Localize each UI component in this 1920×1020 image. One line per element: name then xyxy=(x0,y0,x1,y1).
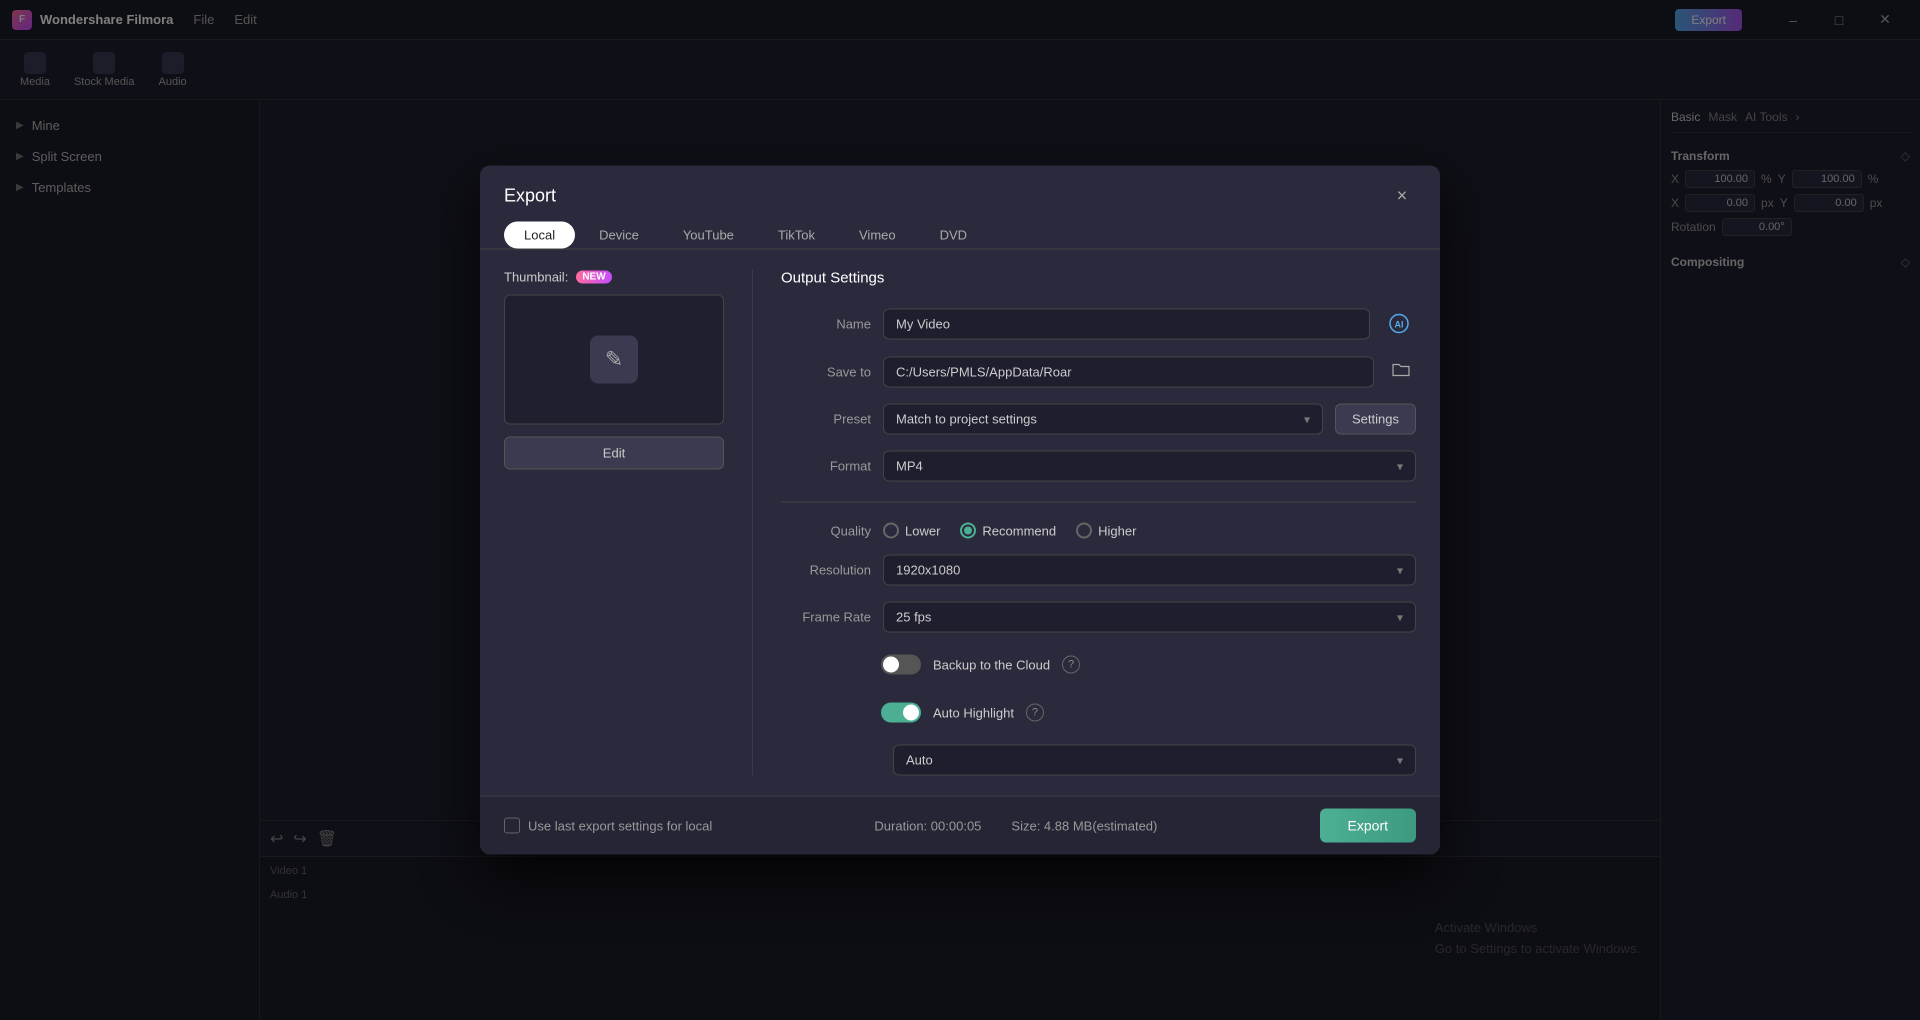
preset-value: Match to project settings xyxy=(896,412,1037,427)
edit-thumbnail-button[interactable]: Edit xyxy=(504,437,724,470)
dialog-body: Thumbnail: NEW ✎ Edit Output Settings Na… xyxy=(480,250,1440,796)
radio-lower-outer xyxy=(883,523,899,539)
auto-select[interactable]: Auto ▾ xyxy=(893,745,1416,776)
backup-row: Backup to the Cloud ? xyxy=(781,649,1416,681)
preset-select[interactable]: Match to project settings ▾ xyxy=(883,404,1323,435)
thumbnail-panel: Thumbnail: NEW ✎ Edit xyxy=(504,270,724,776)
backup-toggle[interactable] xyxy=(881,655,921,675)
auto-highlight-toggle[interactable] xyxy=(881,703,921,723)
vertical-divider xyxy=(752,270,753,776)
export-button[interactable]: Export xyxy=(1320,809,1416,843)
save-to-input[interactable] xyxy=(896,365,1361,380)
auto-select-row: Auto ▾ xyxy=(781,745,1416,776)
dialog-title: Export xyxy=(504,185,556,206)
format-select[interactable]: MP4 ▾ xyxy=(883,451,1416,482)
radio-recommend-inner xyxy=(964,527,972,535)
resolution-select[interactable]: 1920x1080 ▾ xyxy=(883,555,1416,586)
quality-row: Quality Lower Recommend xyxy=(781,523,1416,539)
backup-help-icon[interactable]: ? xyxy=(1062,656,1080,674)
auto-highlight-label: Auto Highlight xyxy=(933,705,1014,720)
settings-button[interactable]: Settings xyxy=(1335,404,1416,435)
save-to-input-wrapper xyxy=(883,357,1374,388)
use-last-label: Use last export settings for local xyxy=(528,818,712,833)
size-value: 4.88 MB(estimated) xyxy=(1044,818,1157,833)
dialog-header: Export × xyxy=(480,166,1440,210)
resolution-label: Resolution xyxy=(781,563,871,578)
thumbnail-box: ✎ xyxy=(504,295,724,425)
quality-higher-label: Higher xyxy=(1098,523,1136,538)
folder-icon xyxy=(1392,362,1410,378)
auto-select-value: Auto xyxy=(906,753,933,768)
tab-tiktok[interactable]: TikTok xyxy=(758,222,835,249)
output-panel: Output Settings Name AI xyxy=(781,270,1416,776)
tab-local[interactable]: Local xyxy=(504,222,575,249)
settings-grid: Name AI Save to xyxy=(781,307,1416,776)
tab-youtube[interactable]: YouTube xyxy=(663,222,754,249)
chevron-down-icon: ▾ xyxy=(1397,563,1403,577)
preset-row: Preset Match to project settings ▾ Setti… xyxy=(781,404,1416,435)
quality-lower[interactable]: Lower xyxy=(883,523,940,539)
tab-dvd[interactable]: DVD xyxy=(920,222,987,249)
frame-rate-select[interactable]: 25 fps ▾ xyxy=(883,602,1416,633)
save-to-row: Save to xyxy=(781,357,1416,388)
ai-name-button[interactable]: AI xyxy=(1382,307,1416,341)
export-dialog: Export × Local Device YouTube TikTok Vim… xyxy=(480,166,1440,855)
footer-center: Duration: 00:00:05 Size: 4.88 MB(estimat… xyxy=(874,818,1157,833)
output-title: Output Settings xyxy=(781,270,1416,287)
ai-icon: AI xyxy=(1388,313,1410,335)
dialog-footer: Use last export settings for local Durat… xyxy=(480,796,1440,855)
quality-options: Lower Recommend Higher xyxy=(883,523,1136,539)
quality-recommend-label: Recommend xyxy=(982,523,1056,538)
quality-recommend[interactable]: Recommend xyxy=(960,523,1056,539)
save-to-label: Save to xyxy=(781,365,871,380)
dialog-close-button[interactable]: × xyxy=(1388,182,1416,210)
resolution-row: Resolution 1920x1080 ▾ xyxy=(781,555,1416,586)
format-value: MP4 xyxy=(896,459,923,474)
format-row: Format MP4 ▾ xyxy=(781,451,1416,482)
auto-highlight-row: Auto Highlight ? xyxy=(781,697,1416,729)
duration-info: Duration: 00:00:05 xyxy=(874,818,981,833)
new-badge: NEW xyxy=(576,271,611,284)
duration-label: Duration: xyxy=(874,818,927,833)
thumbnail-label: Thumbnail: NEW xyxy=(504,270,724,285)
auto-highlight-help-icon[interactable]: ? xyxy=(1026,704,1044,722)
frame-rate-row: Frame Rate 25 fps ▾ xyxy=(781,602,1416,633)
backup-label: Backup to the Cloud xyxy=(933,657,1050,672)
browse-folder-button[interactable] xyxy=(1386,357,1416,387)
tab-device[interactable]: Device xyxy=(579,222,659,249)
name-label: Name xyxy=(781,316,871,331)
settings-divider xyxy=(781,502,1416,503)
tab-vimeo[interactable]: Vimeo xyxy=(839,222,916,249)
svg-text:AI: AI xyxy=(1395,320,1404,330)
quality-label: Quality xyxy=(781,523,871,538)
size-label: Size: xyxy=(1011,818,1044,833)
chevron-down-icon: ▾ xyxy=(1397,753,1403,767)
quality-higher[interactable]: Higher xyxy=(1076,523,1136,539)
radio-higher-outer xyxy=(1076,523,1092,539)
chevron-down-icon: ▾ xyxy=(1304,412,1310,426)
duration-value: 00:00:05 xyxy=(931,818,982,833)
toggle-knob xyxy=(903,705,919,721)
quality-lower-label: Lower xyxy=(905,523,940,538)
frame-rate-label: Frame Rate xyxy=(781,610,871,625)
dialog-tabs: Local Device YouTube TikTok Vimeo DVD xyxy=(480,210,1440,250)
radio-recommend-outer xyxy=(960,523,976,539)
chevron-down-icon: ▾ xyxy=(1397,610,1403,624)
frame-rate-value: 25 fps xyxy=(896,610,931,625)
thumbnail-edit-icon: ✎ xyxy=(590,336,638,384)
name-input[interactable] xyxy=(896,316,1357,331)
name-row: Name AI xyxy=(781,307,1416,341)
footer-left: Use last export settings for local xyxy=(504,818,712,834)
resolution-value: 1920x1080 xyxy=(896,563,960,578)
preset-label: Preset xyxy=(781,412,871,427)
use-last-checkbox[interactable] xyxy=(504,818,520,834)
size-info: Size: 4.88 MB(estimated) xyxy=(1011,818,1157,833)
chevron-down-icon: ▾ xyxy=(1397,459,1403,473)
toggle-knob xyxy=(883,657,899,673)
name-input-wrapper xyxy=(883,308,1370,339)
format-label: Format xyxy=(781,459,871,474)
